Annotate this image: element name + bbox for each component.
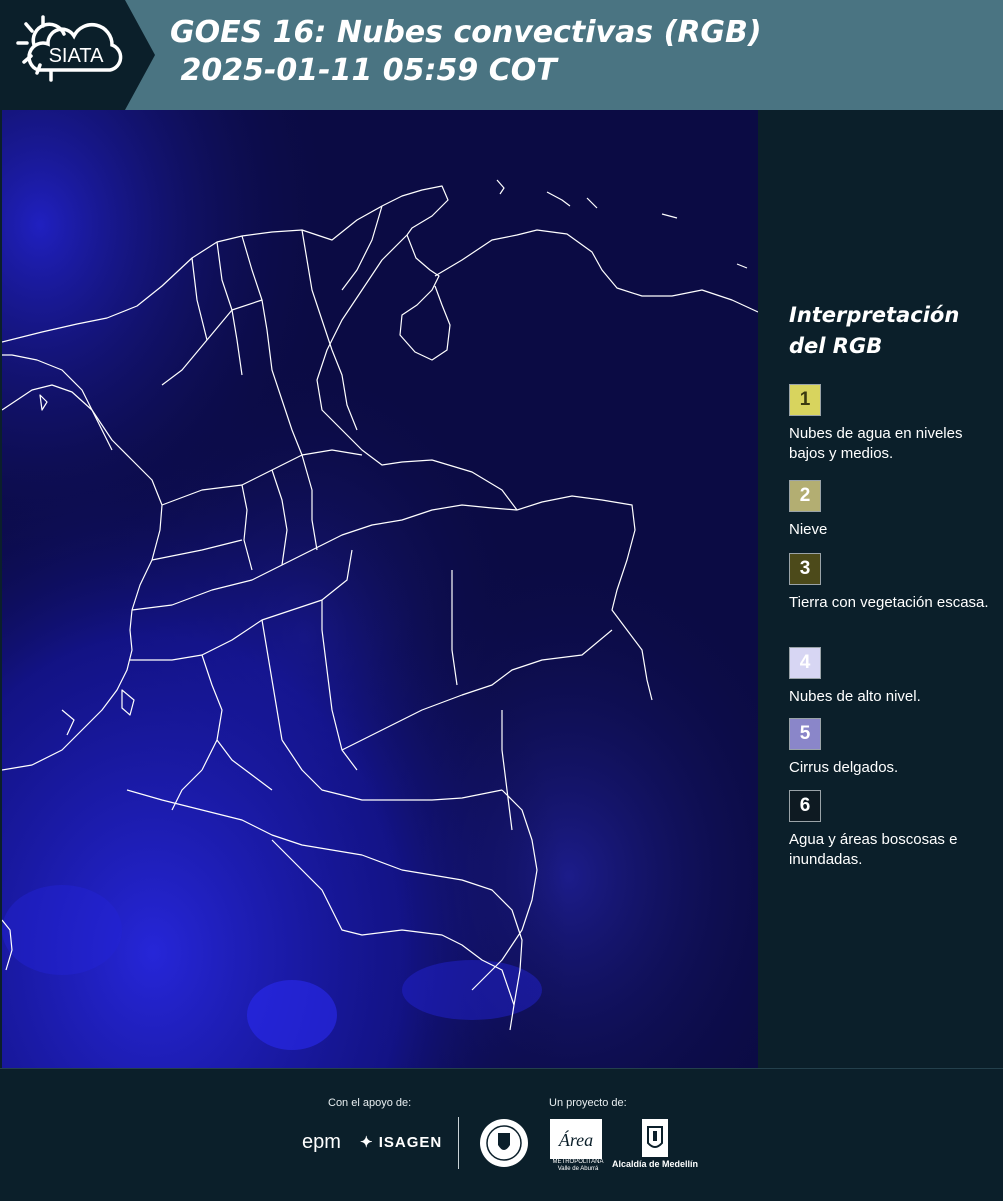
legend-item-2: 2 Nieve bbox=[789, 480, 999, 540]
medellin-seal-icon[interactable] bbox=[478, 1117, 530, 1169]
satellite-map[interactable] bbox=[2, 110, 758, 1068]
legend-item-1: 1 Nubes de agua en niveles bajos y medio… bbox=[789, 384, 999, 464]
isagen-text: ISAGEN bbox=[378, 1134, 443, 1151]
header-bar: SIATA GOES 16: Nubes convectivas (RGB) 2… bbox=[0, 0, 1003, 110]
area-metropolitana-subtitle: METROPOLITANA Valle de Aburrá bbox=[552, 1159, 604, 1172]
legend-item-6: 6 Agua y áreas boscosas e inundadas. bbox=[789, 790, 999, 870]
page-title: GOES 16: Nubes convectivas (RGB) 2025-01… bbox=[170, 15, 762, 88]
siata-logo-icon: SIATA bbox=[0, 0, 155, 110]
legend-item-5: 5 Cirrus delgados. bbox=[789, 718, 999, 778]
legend-swatch-5: 5 bbox=[789, 718, 821, 750]
logo-text: SIATA bbox=[49, 45, 104, 67]
legend-label-6: Agua y áreas boscosas e inundadas. bbox=[789, 831, 958, 868]
footer-divider bbox=[458, 1117, 459, 1169]
epm-logo[interactable]: epm bbox=[302, 1131, 341, 1154]
legend-label-2: Nieve bbox=[789, 521, 828, 538]
map-canvas bbox=[2, 110, 758, 1068]
support-label: Con el apoyo de: bbox=[328, 1097, 412, 1109]
alcaldia-shield-icon[interactable] bbox=[640, 1117, 670, 1159]
legend-swatch-1: 1 bbox=[789, 384, 821, 416]
legend-swatch-6: 6 bbox=[789, 790, 821, 822]
legend-swatch-4: 4 bbox=[789, 647, 821, 679]
legend-item-4: 4 Nubes de alto nivel. bbox=[789, 647, 999, 707]
project-label: Un proyecto de: bbox=[549, 1097, 627, 1109]
legend-swatch-2: 2 bbox=[789, 480, 821, 512]
legend-item-3: 3 Tierra con vegetación escasa. bbox=[789, 553, 999, 613]
footer: Con el apoyo de: Un proyecto de: epm ✦ I… bbox=[0, 1068, 1003, 1201]
legend-label-3: Tierra con vegetación escasa. bbox=[789, 594, 989, 611]
legend-title: Interpretación del RGB bbox=[789, 303, 960, 358]
legend-label-5: Cirrus delgados. bbox=[789, 759, 899, 776]
legend-swatch-3: 3 bbox=[789, 553, 821, 585]
legend-panel: Interpretación del RGB 1 Nubes de agua e… bbox=[758, 110, 1003, 1068]
legend-label-1: Nubes de agua en niveles bajos y medios. bbox=[789, 425, 963, 462]
area-metropolitana-logo[interactable]: Área bbox=[550, 1119, 602, 1159]
alcaldia-medellin-text: Alcaldía de Medellín bbox=[612, 1159, 699, 1169]
siata-logo[interactable]: SIATA bbox=[0, 0, 155, 110]
area-logo-text: Área bbox=[558, 1129, 593, 1150]
isagen-logo[interactable]: ✦ ISAGEN bbox=[360, 1133, 442, 1151]
isagen-mark-icon: ✦ bbox=[360, 1134, 379, 1151]
legend-label-4: Nubes de alto nivel. bbox=[789, 688, 921, 705]
